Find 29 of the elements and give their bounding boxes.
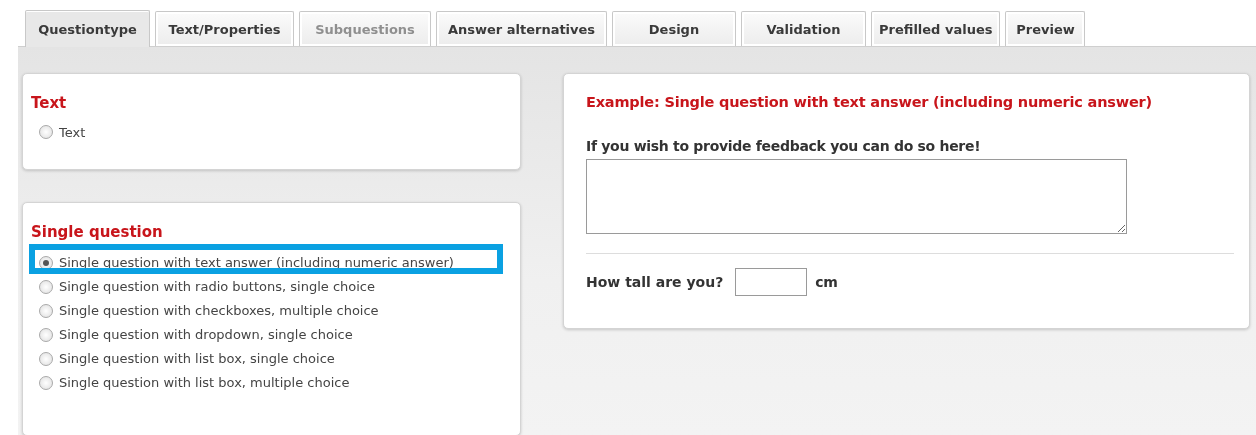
tab[interactable]: Preview [1005,11,1086,46]
group-title: Single question [31,222,164,241]
radio-button[interactable] [39,255,53,270]
radio-button[interactable] [39,351,53,366]
question-label: If you wish to provide feedback you can do so here! [586,138,982,154]
option-label[interactable]: Single question with dropdown, single choice [59,327,353,343]
radio-button[interactable] [39,327,53,342]
tab[interactable]: Validation [741,11,866,46]
radio-button[interactable] [39,279,53,294]
option-label[interactable]: Single question with list box, single choice [59,351,335,367]
option-label[interactable]: Single question with radio buttons, single choice [59,279,375,295]
option-label[interactable]: Single question with text answer (including numeric answer) [59,255,454,271]
tab[interactable]: Prefilled values [871,11,1001,46]
radio-button[interactable] [39,375,53,390]
group-title: Text [31,94,68,112]
radio-button[interactable] [39,303,53,318]
height-field[interactable] [735,268,808,296]
tab[interactable]: Answer alternatives [436,11,607,46]
tab[interactable]: Questiontype [25,10,150,47]
question-label: How tall are you? [586,274,724,290]
unit-label: cm [815,274,838,290]
tab[interactable]: Design [612,11,736,46]
option-label[interactable]: Single question with list box, multiple choice [59,375,350,391]
option-label[interactable]: Single question with checkboxes, multiple choice [59,303,379,319]
tab[interactable]: Text/Properties [155,11,294,46]
radio-button[interactable] [39,125,53,139]
example-title: Example: Single question with text answer (including numeric answer) [586,94,1153,110]
feedback-field[interactable] [586,159,1127,234]
option-label[interactable]: Text [59,124,86,140]
